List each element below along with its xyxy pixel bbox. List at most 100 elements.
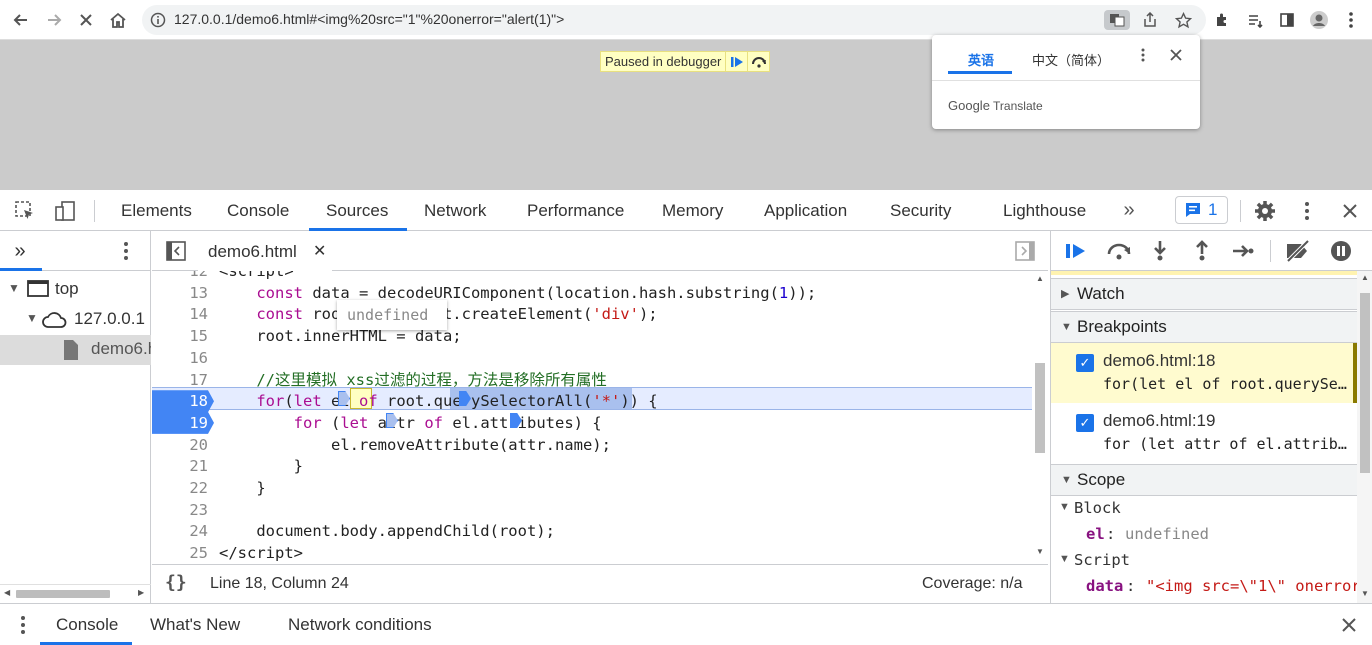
side-panel-icon[interactable] bbox=[1276, 9, 1298, 31]
close-drawer-icon[interactable] bbox=[1337, 613, 1361, 637]
line-number[interactable]: 14 bbox=[152, 303, 214, 325]
tab-memory[interactable]: Memory bbox=[662, 201, 723, 221]
step-over-button[interactable] bbox=[747, 52, 769, 71]
step-over-icon[interactable] bbox=[1105, 240, 1133, 262]
drawer-tab-console[interactable]: Console bbox=[56, 615, 118, 635]
issues-button[interactable]: 1 bbox=[1175, 196, 1228, 224]
translate-icon[interactable] bbox=[1104, 10, 1130, 30]
inspect-element-icon[interactable] bbox=[12, 198, 38, 224]
profile-avatar-icon[interactable] bbox=[1308, 9, 1330, 31]
file-tab[interactable]: demo6.html ✕ bbox=[198, 231, 332, 271]
tab-english[interactable]: 英语 bbox=[968, 50, 994, 69]
step-out-icon[interactable] bbox=[1191, 239, 1213, 263]
scroll-down-icon[interactable]: ▼ bbox=[1361, 589, 1369, 598]
close-devtools-icon[interactable] bbox=[1337, 198, 1363, 224]
code-line[interactable]: 16 bbox=[152, 347, 1032, 369]
breakpoint-checkbox[interactable]: ✓ bbox=[1076, 414, 1094, 432]
line-number[interactable]: 21 bbox=[152, 455, 214, 477]
address-bar[interactable]: 127.0.0.1/demo6.html#<img%20src="1"%20on… bbox=[142, 5, 1206, 35]
code-line[interactable]: 24 document.body.appendChild(root); bbox=[152, 520, 1032, 542]
code-line[interactable]: 15 root.innerHTML = data; bbox=[152, 325, 1032, 347]
scope-variable-row[interactable]: data : "<img src=\"1\" onerror=\"alert(1… bbox=[1051, 577, 1357, 603]
scroll-down-icon[interactable]: ▼ bbox=[1036, 547, 1044, 556]
line-number[interactable]: 20 bbox=[152, 434, 214, 456]
watch-section-header[interactable]: ▶ Watch bbox=[1051, 278, 1357, 310]
vertical-scrollbar[interactable]: ▲ ▼ bbox=[1357, 271, 1372, 603]
pause-on-exceptions-icon[interactable] bbox=[1329, 239, 1353, 263]
close-icon[interactable] bbox=[1169, 48, 1183, 67]
scrollbar-thumb[interactable] bbox=[1035, 363, 1045, 453]
toggle-debugger-icon[interactable] bbox=[1014, 240, 1036, 262]
more-menu-icon[interactable] bbox=[1296, 198, 1318, 224]
scrollbar-thumb[interactable] bbox=[16, 590, 110, 598]
line-number[interactable]: 17 bbox=[152, 369, 214, 391]
scrollbar-thumb[interactable] bbox=[1360, 293, 1370, 473]
back-button[interactable] bbox=[9, 8, 33, 32]
chrome-menu-icon[interactable] bbox=[1340, 9, 1362, 31]
tree-item-file[interactable]: demo6.html bbox=[0, 335, 151, 365]
scope-section-header[interactable]: ▼ Scope bbox=[1051, 464, 1357, 496]
scope-block-row[interactable]: ▼ Block bbox=[1051, 499, 1357, 525]
stop-button[interactable] bbox=[74, 8, 98, 32]
code-line[interactable]: 14 const root = document.createElement('… bbox=[152, 303, 1032, 325]
home-button[interactable] bbox=[106, 8, 130, 32]
step-icon[interactable] bbox=[1231, 240, 1255, 262]
tab-elements[interactable]: Elements bbox=[121, 201, 192, 221]
deactivate-breakpoints-icon[interactable] bbox=[1283, 239, 1313, 263]
code-line[interactable]: 12 <script> bbox=[152, 271, 1032, 282]
more-tabs-chevron-icon[interactable]: » bbox=[8, 239, 32, 263]
line-number[interactable]: 16 bbox=[152, 347, 214, 369]
tab-lighthouse[interactable]: Lighthouse bbox=[1003, 201, 1086, 221]
line-number[interactable]: 22 bbox=[152, 477, 214, 499]
code-line[interactable]: 13 const data = decodeURIComponent(locat… bbox=[152, 282, 1032, 304]
scope-script-row[interactable]: ▼ Script bbox=[1051, 551, 1357, 577]
tab-console[interactable]: Console bbox=[227, 201, 289, 221]
reading-list-icon[interactable] bbox=[1244, 9, 1266, 31]
code-line[interactable]: 20 el.removeAttribute(attr.name); bbox=[152, 434, 1032, 456]
device-toolbar-icon[interactable] bbox=[52, 198, 78, 224]
line-number[interactable]: 12 bbox=[152, 271, 214, 282]
info-icon[interactable] bbox=[148, 10, 168, 30]
settings-gear-icon[interactable] bbox=[1252, 198, 1278, 224]
close-tab-icon[interactable]: ✕ bbox=[313, 241, 326, 261]
code-line[interactable]: 23 bbox=[152, 499, 1032, 521]
horizontal-scrollbar[interactable]: ◀ ▶ bbox=[0, 584, 151, 603]
line-number[interactable]: 13 bbox=[152, 282, 214, 304]
scroll-up-icon[interactable]: ▲ bbox=[1361, 273, 1369, 282]
pretty-print-icon[interactable]: {} bbox=[165, 572, 187, 593]
scope-variable-row[interactable]: el : undefined bbox=[1051, 525, 1357, 551]
breakpoint-item[interactable]: ✓ demo6.html:19 for (let attr of el.attr… bbox=[1051, 403, 1357, 463]
extensions-icon[interactable] bbox=[1211, 9, 1233, 31]
more-menu-icon[interactable] bbox=[116, 239, 136, 263]
tab-chinese[interactable]: 中文（简体） bbox=[1032, 50, 1110, 69]
bookmark-star-icon[interactable] bbox=[1173, 10, 1193, 30]
tab-network[interactable]: Network bbox=[424, 201, 486, 221]
more-options-icon[interactable] bbox=[1140, 47, 1150, 67]
line-number[interactable]: 15 bbox=[152, 325, 214, 347]
code-line[interactable]: 21 } bbox=[152, 455, 1032, 477]
code-line[interactable]: 25 </script> bbox=[152, 542, 1032, 564]
step-into-icon[interactable] bbox=[1149, 239, 1171, 263]
code-line[interactable]: 17 //这里模拟 xss过滤的过程，方法是移除所有属性 bbox=[152, 369, 1032, 391]
tree-item-host[interactable]: ▼ 127.0.0.1 bbox=[0, 305, 151, 335]
breakpoint-item[interactable]: ✓ demo6.html:18 for(let el of root.query… bbox=[1051, 343, 1357, 403]
breakpoint-line-number[interactable]: 18 bbox=[152, 390, 214, 413]
line-number[interactable]: 23 bbox=[152, 499, 214, 521]
toggle-navigator-icon[interactable] bbox=[165, 240, 187, 262]
drawer-tab-network-conditions[interactable]: Network conditions bbox=[288, 615, 432, 635]
code-area[interactable]: 12 <script> 13 const data = decodeURICompo… bbox=[152, 271, 1032, 564]
line-number[interactable]: 25 bbox=[152, 542, 214, 564]
share-icon[interactable] bbox=[1140, 10, 1160, 30]
tab-application[interactable]: Application bbox=[764, 201, 847, 221]
tab-security[interactable]: Security bbox=[890, 201, 951, 221]
tab-performance[interactable]: Performance bbox=[527, 201, 624, 221]
line-number[interactable]: 24 bbox=[152, 520, 214, 542]
resume-icon[interactable] bbox=[1063, 240, 1089, 262]
coverage-status[interactable]: Coverage: n/a bbox=[922, 575, 1023, 593]
code-line[interactable]: 19 for (let attr of el.attributes) { bbox=[152, 411, 1032, 434]
tab-sources[interactable]: Sources bbox=[326, 201, 388, 221]
drawer-tab-whats-new[interactable]: What's New bbox=[150, 615, 240, 635]
breakpoints-section-header[interactable]: ▼ Breakpoints bbox=[1051, 311, 1357, 343]
code-line[interactable]: 22 } bbox=[152, 477, 1032, 499]
code-line[interactable]: 18 for(let el of root.querySelectorAll('… bbox=[152, 390, 1032, 413]
